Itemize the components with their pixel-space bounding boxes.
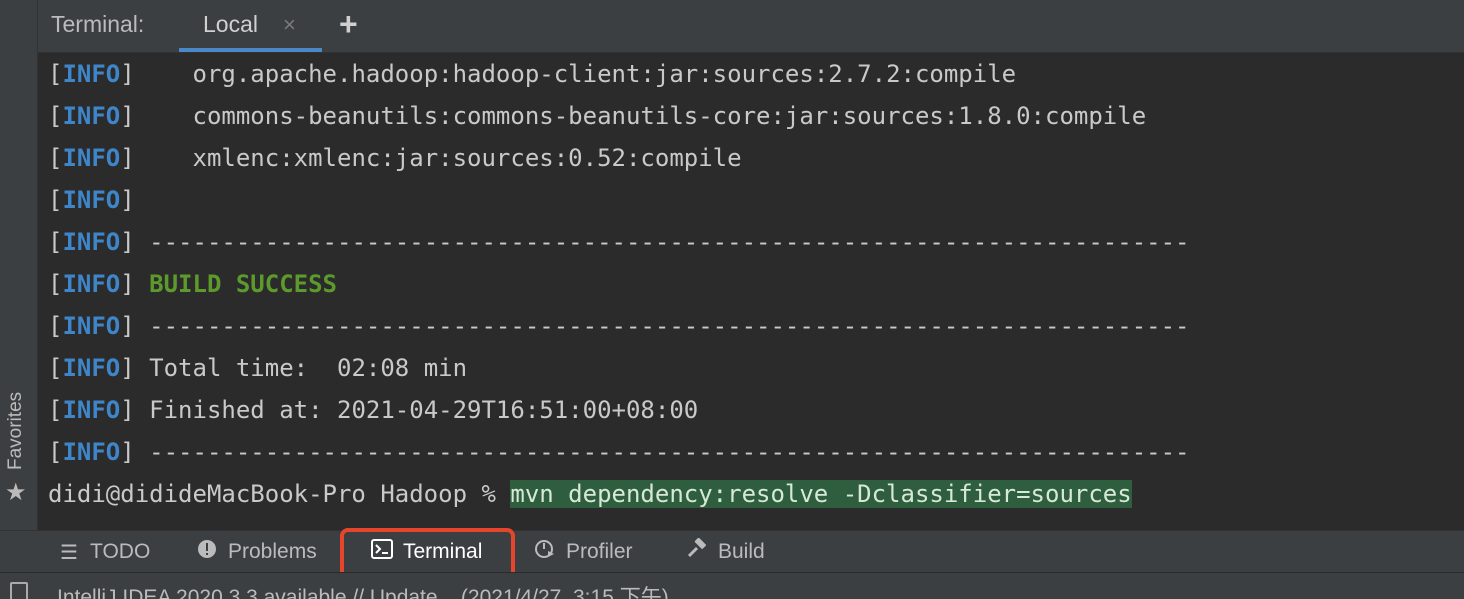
profiler-icon xyxy=(534,538,556,566)
build-tool-button[interactable]: Build xyxy=(686,531,765,573)
window-icon[interactable] xyxy=(10,582,28,599)
output-text: xmlenc:xmlenc:jar:sources:0.52:compile xyxy=(134,144,742,172)
output-text: commons-beanutils:commons-beanutils-core… xyxy=(134,102,1147,130)
profiler-label: Profiler xyxy=(566,540,633,563)
output-line: [INFO] ---------------------------------… xyxy=(48,438,1190,466)
output-line: [INFO] BUILD SUCCESS xyxy=(48,270,337,298)
output-line: [INFO] Finished at: 2021-04-29T16:51:00+… xyxy=(48,396,699,424)
info-tag: INFO xyxy=(62,396,121,424)
total-time-text: Total time: 02:08 min xyxy=(134,354,468,382)
output-line: [INFO] ---------------------------------… xyxy=(48,228,1190,256)
info-tag: INFO xyxy=(62,102,121,130)
alert-circle-icon xyxy=(196,539,218,565)
terminal-header: Terminal: Local × + xyxy=(38,0,1464,53)
info-tag: INFO xyxy=(62,144,121,172)
output-line: [INFO] ---------------------------------… xyxy=(48,312,1190,340)
terminal-title: Terminal: xyxy=(51,11,145,37)
tab-local-label: Local xyxy=(203,11,258,37)
list-icon: ☰ xyxy=(60,541,78,564)
left-tool-stripe: Favorites ★ xyxy=(0,0,38,530)
info-tag: INFO xyxy=(62,270,121,298)
info-tag: INFO xyxy=(62,60,121,88)
hammer-icon xyxy=(686,537,708,566)
todo-tool-button[interactable]: ☰ TODO xyxy=(58,531,150,573)
info-tag: INFO xyxy=(62,354,121,382)
output-line: [INFO] Total time: 02:08 min xyxy=(48,354,468,382)
output-line: [INFO] xmlenc:xmlenc:jar:sources:0.52:co… xyxy=(48,144,742,172)
profiler-tool-button[interactable]: Profiler xyxy=(534,531,633,573)
command-input[interactable]: mvn dependency:resolve -Dclassifier=sour… xyxy=(510,480,1132,508)
separator-line: ----------------------------------------… xyxy=(134,438,1190,466)
terminal-output[interactable]: [INFO] org.apache.hadoop:hadoop-client:j… xyxy=(38,53,1464,530)
star-icon[interactable]: ★ xyxy=(5,478,27,508)
shell-prompt: didi@didideMacBook-Pro Hadoop % xyxy=(48,480,511,508)
todo-label: TODO xyxy=(90,540,151,563)
output-line: [INFO] commons-beanutils:commons-beanuti… xyxy=(48,102,1147,130)
problems-tool-button[interactable]: Problems xyxy=(196,531,317,573)
output-line: [INFO] xyxy=(48,186,135,214)
info-tag: INFO xyxy=(62,438,121,466)
favorites-tab[interactable]: Favorites xyxy=(5,392,27,470)
prompt-line[interactable]: didi@didideMacBook-Pro Hadoop % mvn depe… xyxy=(48,473,1132,515)
tab-local[interactable]: Local × xyxy=(179,0,322,52)
info-tag: INFO xyxy=(62,228,121,256)
build-label: Build xyxy=(718,540,765,563)
build-success-text: BUILD SUCCESS xyxy=(149,270,337,298)
status-bar: IntelliJ IDEA 2020.3.3 available // Upda… xyxy=(0,572,1464,599)
add-tab-button[interactable]: + xyxy=(339,5,358,43)
separator-line: ----------------------------------------… xyxy=(134,228,1190,256)
tool-window-bar: ☰ TODO Problems Terminal Profiler Build xyxy=(0,530,1464,573)
finished-at-text: Finished at: 2021-04-29T16:51:00+08:00 xyxy=(134,396,699,424)
info-tag: INFO xyxy=(62,312,121,340)
problems-label: Problems xyxy=(228,540,317,563)
output-line: [INFO] org.apache.hadoop:hadoop-client:j… xyxy=(48,60,1017,88)
output-text: org.apache.hadoop:hadoop-client:jar:sour… xyxy=(134,60,1017,88)
separator-line: ----------------------------------------… xyxy=(134,312,1190,340)
info-tag: INFO xyxy=(62,186,121,214)
update-notification[interactable]: IntelliJ IDEA 2020.3.3 available // Upda… xyxy=(57,581,669,599)
close-icon[interactable]: × xyxy=(283,12,296,38)
